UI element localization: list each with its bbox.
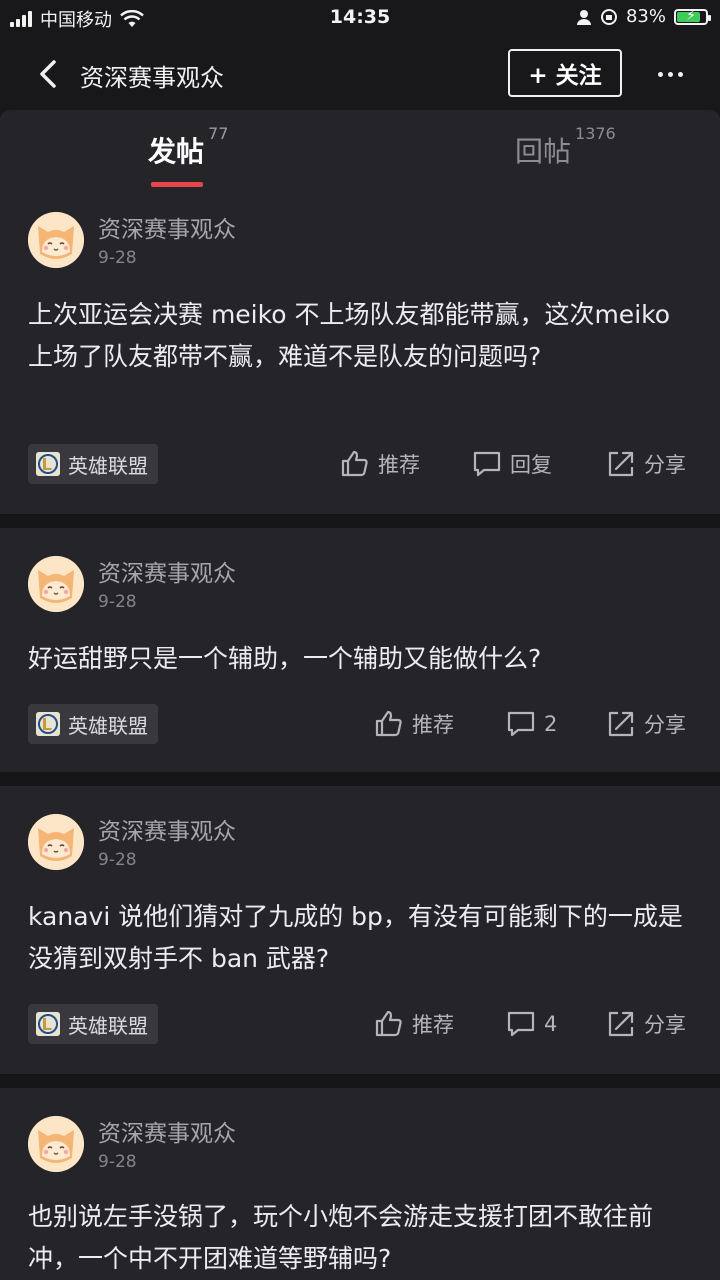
reply-button[interactable]: 回复 xyxy=(472,449,552,479)
thumbs-up-icon xyxy=(375,710,402,737)
topic-tag[interactable]: 英雄联盟 xyxy=(28,1004,158,1044)
avatar[interactable] xyxy=(28,212,84,268)
tab-bar: 发帖77 回帖1376 xyxy=(0,110,720,196)
avatar[interactable] xyxy=(28,814,84,870)
post-divider xyxy=(0,772,720,786)
battery-percent: 83% xyxy=(625,6,666,27)
cat-avatar-icon xyxy=(28,212,84,268)
share-button[interactable]: 分享 xyxy=(606,709,686,739)
share-icon xyxy=(608,451,634,477)
post-author[interactable]: 资深赛事观众 xyxy=(98,554,236,588)
post-date: 9-28 xyxy=(98,1152,137,1172)
topic-tag[interactable]: 英雄联盟 xyxy=(28,704,158,744)
reply-button[interactable]: 2 xyxy=(506,709,557,739)
cat-avatar-icon xyxy=(28,1116,84,1172)
follow-button[interactable]: + 关注 xyxy=(508,49,622,97)
post-date: 9-28 xyxy=(98,592,137,612)
status-bar-right: 83% ⚡ xyxy=(576,6,711,27)
share-icon xyxy=(608,1011,634,1037)
post-text[interactable]: kanavi 说他们猜对了九成的 bp，有没有可能剩下的一成是没猜到双射手不 b… xyxy=(28,896,692,980)
status-bar: 中国移动 14:35 83% ⚡ xyxy=(0,0,720,38)
share-label: 分享 xyxy=(644,1013,686,1037)
battery-icon: ⚡ xyxy=(674,8,711,25)
post-author[interactable]: 资深赛事观众 xyxy=(98,210,236,244)
dot xyxy=(657,71,663,77)
post-text[interactable]: 好运甜野只是一个辅助，一个辅助又能做什么? xyxy=(28,638,692,680)
recommend-label: 推荐 xyxy=(412,1013,454,1037)
league-logo-icon xyxy=(36,712,60,736)
reply-count: 2 xyxy=(544,712,558,736)
post-card[interactable]: 资深赛事观众 9-28 好运甜野只是一个辅助，一个辅助又能做什么? 英雄联盟 推… xyxy=(0,528,720,772)
post-divider xyxy=(0,1074,720,1088)
comment-icon xyxy=(473,451,501,477)
thumbs-up-icon xyxy=(375,1010,402,1037)
cat-avatar-icon xyxy=(28,814,84,870)
orientation-lock-icon xyxy=(600,8,617,25)
tab-label: 回帖 xyxy=(515,135,572,168)
comment-icon xyxy=(507,1011,535,1037)
share-icon xyxy=(608,711,634,737)
topic-tag-label: 英雄联盟 xyxy=(68,1013,148,1038)
league-logo-icon xyxy=(36,452,60,476)
thumbs-up-icon xyxy=(341,450,368,477)
post-date: 9-28 xyxy=(98,248,137,268)
post-author[interactable]: 资深赛事观众 xyxy=(98,812,236,846)
topic-tag-label: 英雄联盟 xyxy=(68,453,148,478)
post-card[interactable]: 资深赛事观众 9-28 也别说左手没锅了，玩个小炮不会游走支援打团不敢往前冲，一… xyxy=(0,1088,720,1280)
reply-label: 回复 xyxy=(510,453,552,477)
avatar[interactable] xyxy=(28,1116,84,1172)
recommend-button[interactable]: 推荐 xyxy=(340,449,420,479)
person-icon xyxy=(576,9,591,25)
post-text[interactable]: 也别说左手没锅了，玩个小炮不会游走支援打团不敢往前冲，一个中不开团难道等野辅吗? xyxy=(28,1196,692,1280)
recommend-button[interactable]: 推荐 xyxy=(374,709,454,739)
tab-count: 1376 xyxy=(575,123,616,143)
chevron-left-icon xyxy=(40,60,56,88)
avatar[interactable] xyxy=(28,556,84,612)
post-card[interactable]: 资深赛事观众 9-28 上次亚运会决赛 meiko 不上场队友都能带赢，这次me… xyxy=(0,196,720,514)
reply-button[interactable]: 4 xyxy=(506,1009,557,1039)
dot xyxy=(667,71,673,77)
post-text[interactable]: 上次亚运会决赛 meiko 不上场队友都能带赢，这次meiko 上场了队友都带不… xyxy=(28,294,692,378)
page-title: 资深赛事观众 xyxy=(80,64,224,92)
post-date: 9-28 xyxy=(98,850,137,870)
post-author[interactable]: 资深赛事观众 xyxy=(98,1114,236,1148)
post-card[interactable]: 资深赛事观众 9-28 kanavi 说他们猜对了九成的 bp，有没有可能剩下的… xyxy=(0,786,720,1074)
topic-tag[interactable]: 英雄联盟 xyxy=(28,444,158,484)
top-bar: 资深赛事观众 + 关注 xyxy=(0,38,720,110)
cat-avatar-icon xyxy=(28,556,84,612)
tab-label: 发帖 xyxy=(148,135,205,168)
share-button[interactable]: 分享 xyxy=(606,449,686,479)
recommend-label: 推荐 xyxy=(412,713,454,737)
tab-count: 77 xyxy=(208,123,229,143)
comment-icon xyxy=(507,711,535,737)
share-label: 分享 xyxy=(644,453,686,477)
dot xyxy=(677,71,683,77)
recommend-button[interactable]: 推荐 xyxy=(374,1009,454,1039)
more-options-button[interactable] xyxy=(650,56,690,92)
back-button[interactable] xyxy=(30,54,70,94)
league-logo-icon xyxy=(36,1012,60,1036)
share-label: 分享 xyxy=(644,713,686,737)
reply-count: 4 xyxy=(544,1012,558,1036)
topic-tag-label: 英雄联盟 xyxy=(68,713,148,738)
share-button[interactable]: 分享 xyxy=(606,1009,686,1039)
active-tab-indicator xyxy=(151,182,203,187)
post-divider xyxy=(0,514,720,528)
tab-replies[interactable]: 回帖1376 xyxy=(515,124,616,170)
tab-posts[interactable]: 发帖77 xyxy=(148,124,228,170)
recommend-label: 推荐 xyxy=(378,453,420,477)
